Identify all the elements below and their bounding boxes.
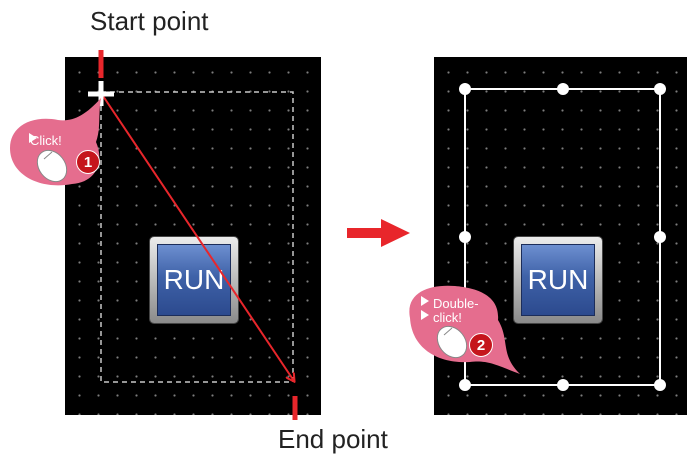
click-text: Click!	[30, 133, 62, 148]
step-number-2: 2	[469, 333, 493, 357]
step-number-1: 1	[76, 150, 100, 174]
drag-arrow	[100, 92, 294, 381]
double-click-text-line1: Double-	[433, 296, 479, 311]
crosshair-icon	[88, 81, 114, 106]
annotation-overlay	[10, 50, 666, 420]
arrow-right-icon	[347, 219, 410, 247]
double-click-text-line2: click!	[433, 310, 462, 325]
